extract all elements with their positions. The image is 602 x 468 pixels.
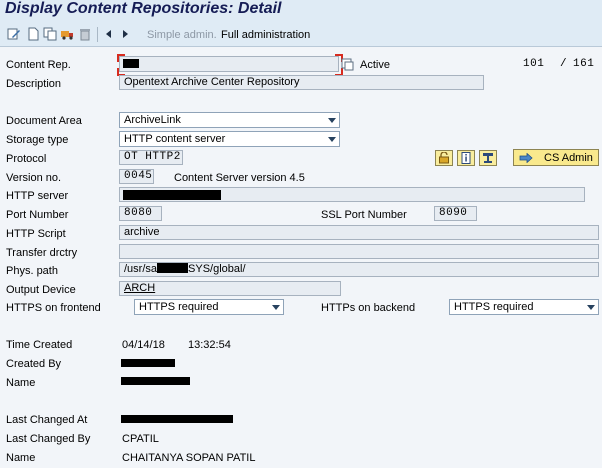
cs-admin-label: CS Admin — [544, 152, 593, 164]
connection-icon — [483, 153, 493, 163]
redacted-created-by — [121, 359, 175, 367]
changed-name-value: CHAITANYA SOPAN PATIL — [122, 452, 256, 464]
edit-icon[interactable] — [7, 27, 21, 41]
last-changed-by-label: Last Changed By — [6, 433, 91, 445]
simple-admin-button[interactable]: Simple admin. — [147, 29, 217, 41]
status-indicator-icon — [341, 58, 354, 71]
repo-status: Active — [360, 59, 390, 71]
port-number-field[interactable]: 8080 — [119, 206, 162, 221]
storage-type-label: Storage type — [6, 134, 69, 146]
application-toolbar: Simple admin. Full administration — [0, 24, 602, 47]
page-total: 161 — [573, 58, 595, 70]
version-label: Version no. — [6, 172, 62, 184]
transfer-directory-label: Transfer drctry — [6, 247, 78, 259]
https-backend-label: HTTPs on backend — [321, 302, 416, 314]
lock-icon — [439, 152, 449, 164]
created-name-label: Name — [6, 377, 36, 389]
chevron-down-icon — [328, 118, 336, 123]
content-rep-label: Content Rep. — [6, 59, 71, 71]
chevron-down-icon — [587, 305, 595, 310]
storage-type-dropdown[interactable]: HTTP content server — [119, 131, 340, 147]
lock-button[interactable] — [435, 150, 453, 166]
ssl-port-field[interactable]: 8090 — [434, 206, 477, 221]
https-frontend-label: HTTPS on frontend — [6, 302, 101, 314]
chevron-down-icon — [328, 137, 336, 142]
http-script-field[interactable]: archive — [119, 225, 599, 240]
https-frontend-dropdown[interactable]: HTTPS required — [134, 299, 284, 315]
transport-icon[interactable] — [60, 27, 74, 41]
protocol-label: Protocol — [6, 153, 47, 165]
output-device-field[interactable]: ARCH — [119, 281, 341, 296]
create-icon[interactable] — [26, 27, 40, 41]
detail-form: Content Rep. Active 101 / 161 Descriptio… — [0, 47, 602, 468]
redacted-created-name — [121, 377, 190, 385]
redacted-repo-id — [123, 59, 139, 68]
port-number-label: Port Number — [6, 209, 69, 221]
content-rep-input[interactable] — [119, 56, 339, 72]
info-icon — [461, 152, 471, 164]
redacted-path-segment — [157, 263, 189, 273]
http-server-label: HTTP server — [6, 190, 69, 202]
description-label: Description — [6, 78, 62, 90]
page-separator: / — [560, 58, 568, 70]
https-backend-dropdown[interactable]: HTTPS required — [449, 299, 599, 315]
page-current: 101 — [523, 58, 545, 70]
phys-path-label: Phys. path — [6, 265, 58, 277]
created-by-label: Created By — [6, 358, 62, 370]
created-date: 04/14/18 — [122, 339, 165, 351]
arrow-right-icon — [519, 153, 533, 163]
protocol-field[interactable]: OT HTTP2 — [119, 150, 183, 165]
chevron-down-icon — [272, 305, 280, 310]
http-script-label: HTTP Script — [6, 228, 66, 240]
redacted-changed-at — [121, 415, 233, 423]
time-created-label: Time Created — [6, 339, 73, 351]
test-connection-button[interactable] — [479, 150, 497, 166]
next-icon[interactable] — [118, 27, 132, 41]
previous-icon[interactable] — [102, 27, 116, 41]
phys-path-field[interactable]: /usr/sa SYS/global/ — [119, 262, 599, 277]
last-changed-by-value: CPATIL — [122, 433, 159, 445]
toolbar-separator — [97, 27, 98, 42]
transfer-directory-field[interactable] — [119, 244, 599, 259]
version-field[interactable]: 0045 — [119, 169, 154, 184]
page-title: Display Content Repositories: Detail — [5, 0, 282, 17]
delete-icon[interactable] — [78, 27, 92, 41]
info-button[interactable] — [457, 150, 475, 166]
description-field[interactable]: Opentext Archive Center Repository — [119, 75, 484, 90]
full-admin-button[interactable]: Full administration — [221, 29, 310, 41]
document-area-label: Document Area — [6, 115, 82, 127]
copy-icon[interactable] — [43, 27, 57, 41]
changed-name-label: Name — [6, 452, 36, 464]
created-time: 13:32:54 — [188, 339, 231, 351]
ssl-port-label: SSL Port Number — [321, 209, 407, 221]
redacted-http-server — [123, 190, 221, 200]
version-text: Content Server version 4.5 — [174, 172, 305, 184]
last-changed-at-label: Last Changed At — [6, 414, 88, 426]
title-bar: Display Content Repositories: Detail — [0, 0, 602, 21]
output-device-label: Output Device — [6, 284, 76, 296]
cs-admin-button[interactable]: CS Admin — [513, 149, 599, 166]
document-area-dropdown[interactable]: ArchiveLink — [119, 112, 340, 128]
